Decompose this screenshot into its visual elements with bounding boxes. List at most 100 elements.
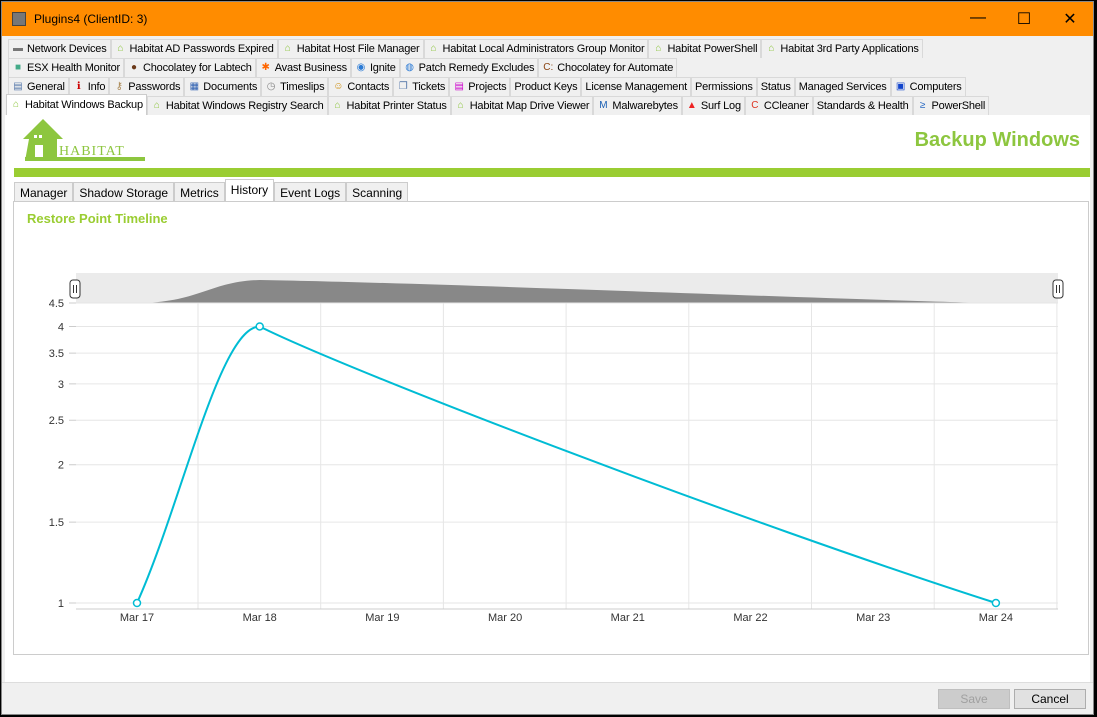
tab-label: Standards & Health xyxy=(816,100,909,112)
tab-label: Habitat Windows Backup xyxy=(25,99,143,111)
plugin-tab-row: ▬ Network Devices ⌂ Habitat AD Passwords Ex… xyxy=(2,39,1093,58)
data-point xyxy=(255,322,264,331)
app-icon xyxy=(12,12,26,26)
tab-habitat-map-drive-viewer[interactable]: ⌂ Habitat Map Drive Viewer xyxy=(450,96,594,115)
page-title: Backup Windows xyxy=(914,129,1080,151)
surf-log-icon: ▲ xyxy=(686,100,697,111)
tab-habitat-windows-backup[interactable]: ⌂ Habitat Windows Backup xyxy=(6,94,147,115)
tab-label: Info xyxy=(87,81,106,93)
tab-product-keys[interactable]: Product Keys xyxy=(510,77,582,96)
tab-tickets[interactable]: ❐ Tickets xyxy=(393,77,450,96)
header-divider xyxy=(14,168,1090,177)
tab-label: License Management xyxy=(585,81,687,93)
tab-label: Habitat Host File Manager xyxy=(296,43,420,55)
chocolatey-icon: ● xyxy=(130,62,138,73)
plugin-tab-row: ■ ESX Health Monitor ● Chocolatey for Labte… xyxy=(2,58,1093,77)
tab-ignite[interactable]: ◉ Ignite xyxy=(350,58,400,77)
tab-label: Status xyxy=(760,81,791,93)
save-button[interactable]: Save xyxy=(938,689,1010,709)
tab-malwarebytes[interactable]: M Malwarebytes xyxy=(593,96,682,115)
subtab-event-logs[interactable]: Event Logs xyxy=(274,182,347,201)
tab-license-management[interactable]: License Management xyxy=(581,77,691,96)
tab-habitat-ad-passwords-expired[interactable]: ⌂ Habitat AD Passwords Expired xyxy=(110,39,278,58)
tab-label: Chocolatey for Labtech xyxy=(143,62,252,74)
subtab-shadow-storage[interactable]: Shadow Storage xyxy=(73,182,175,201)
tab-surf-log[interactable]: ▲ Surf Log xyxy=(681,96,745,115)
esx-icon: ■ xyxy=(14,62,22,73)
tab-avast-business[interactable]: ✱ Avast Business xyxy=(255,58,351,77)
clock-icon: ◷ xyxy=(266,81,276,92)
chocolatey-automate-icon: C: xyxy=(543,62,554,73)
powershell-icon: ≥ xyxy=(919,100,926,111)
patch-remedy-icon: ◍ xyxy=(405,62,415,73)
tab-label: Contacts xyxy=(347,81,390,93)
tab-patch-remedy-excludes[interactable]: ◍ Patch Remedy Excludes xyxy=(399,58,539,77)
tab-habitat-host-file-manager[interactable]: ⌂ Habitat Host File Manager xyxy=(277,39,424,58)
documents-icon: ▦ xyxy=(189,81,200,92)
tab-label: CCleaner xyxy=(763,100,809,112)
tab-ccleaner[interactable]: C CCleaner xyxy=(744,96,813,115)
title-bar: Plugins4 (ClientID: 3) — ☐ ✕ xyxy=(2,2,1093,36)
info-icon: ℹ xyxy=(76,81,81,92)
tab-timeslips[interactable]: ◷ Timeslips xyxy=(261,77,329,96)
footer: Save Cancel xyxy=(2,682,1093,714)
network-device-icon: ▬ xyxy=(13,43,23,54)
tab-powershell[interactable]: ≥ PowerShell xyxy=(912,96,990,115)
navigator-right-handle[interactable] xyxy=(1052,279,1064,299)
subtab-metrics[interactable]: Metrics xyxy=(174,182,225,201)
plugin-tabs: ▬ Network Devices ⌂ Habitat AD Passwords Ex… xyxy=(2,36,1093,115)
keys-icon: ⚷ xyxy=(115,81,123,92)
tab-label: Habitat PowerShell xyxy=(667,43,758,55)
tab-computers[interactable]: ▣ Computers xyxy=(890,77,966,96)
tab-standards-health[interactable]: Standards & Health xyxy=(812,96,913,115)
plugins-window: Plugins4 (ClientID: 3) — ☐ ✕ ▬ Network De… xyxy=(1,1,1094,715)
x-tick-label: Mar 24 xyxy=(979,612,1013,624)
restore-point-chart: 1 1.5 2 2.5 3 3.5 4 4.5 Mar 17 Mar 18 Mar 19 Mar 20… xyxy=(49,273,1064,624)
y-tick-label: 1.5 xyxy=(49,517,64,529)
y-tick-label: 2.5 xyxy=(49,415,64,427)
tab-esx-health-monitor[interactable]: ■ ESX Health Monitor xyxy=(8,58,124,77)
avast-icon: ✱ xyxy=(261,62,270,73)
tab-chocolatey-for-labtech[interactable]: ● Chocolatey for Labtech xyxy=(124,58,256,77)
y-tick-label: 4.5 xyxy=(49,298,64,310)
habitat-logo: HABITAT xyxy=(23,119,145,161)
x-tick-label: Mar 21 xyxy=(611,612,645,624)
minimize-button[interactable]: — xyxy=(955,9,1001,29)
malwarebytes-icon: M xyxy=(599,100,608,111)
tab-label: Habitat 3rd Party Applications xyxy=(780,43,919,55)
tab-label: Malwarebytes xyxy=(612,100,678,112)
habitat-house-icon: ⌂ xyxy=(117,43,124,54)
tab-habitat-local-administrators-group-monitor[interactable]: ⌂ Habitat Local Administrators Group Moni… xyxy=(423,39,649,58)
projects-icon: ▤ xyxy=(454,81,464,92)
navigator-left-handle[interactable] xyxy=(69,279,81,299)
tab-status[interactable]: Status xyxy=(756,77,795,96)
tab-habitat-powershell[interactable]: ⌂ Habitat PowerShell xyxy=(648,39,762,58)
tab-documents[interactable]: ▦ Documents xyxy=(184,77,262,96)
tab-label: Habitat Printer Status xyxy=(346,100,447,112)
computer-icon: ▣ xyxy=(895,81,906,92)
tab-chocolatey-for-automate[interactable]: C: Chocolatey for Automate xyxy=(538,58,678,77)
maximize-button[interactable]: ☐ xyxy=(1001,9,1047,29)
tab-contacts[interactable]: ☺ Contacts xyxy=(328,77,394,96)
subtab-manager[interactable]: Manager xyxy=(14,182,74,201)
subtab-history[interactable]: History xyxy=(224,179,275,201)
habitat-house-icon: ⌂ xyxy=(284,43,291,54)
x-tick-label: Mar 23 xyxy=(856,612,890,624)
habitat-house-icon: ⌂ xyxy=(768,43,775,54)
y-tick-label: 4 xyxy=(58,321,64,333)
close-button[interactable]: ✕ xyxy=(1047,9,1093,29)
tab-habitat-printer-status[interactable]: ⌂ Habitat Printer Status xyxy=(327,96,451,115)
data-point xyxy=(132,598,142,608)
cancel-button[interactable]: Cancel xyxy=(1014,689,1086,709)
tab-label: Surf Log xyxy=(700,100,741,112)
tab-label: Passwords xyxy=(128,81,181,93)
tab-habitat-windows-registry-search[interactable]: ⌂ Habitat Windows Registry Search xyxy=(146,96,328,115)
tab-network-devices[interactable]: ▬ Network Devices xyxy=(8,39,111,58)
subtab-scanning[interactable]: Scanning xyxy=(346,182,409,201)
tab-habitat-3rd-party-applications[interactable]: ⌂ Habitat 3rd Party Applications xyxy=(761,39,923,58)
tab-managed-services[interactable]: Managed Services xyxy=(794,77,891,96)
tab-permissions[interactable]: Permissions xyxy=(690,77,757,96)
tab-label: Chocolatey for Automate xyxy=(557,62,674,74)
habitat-house-icon: ⌂ xyxy=(655,43,662,54)
tab-projects[interactable]: ▤ Projects xyxy=(449,77,511,96)
